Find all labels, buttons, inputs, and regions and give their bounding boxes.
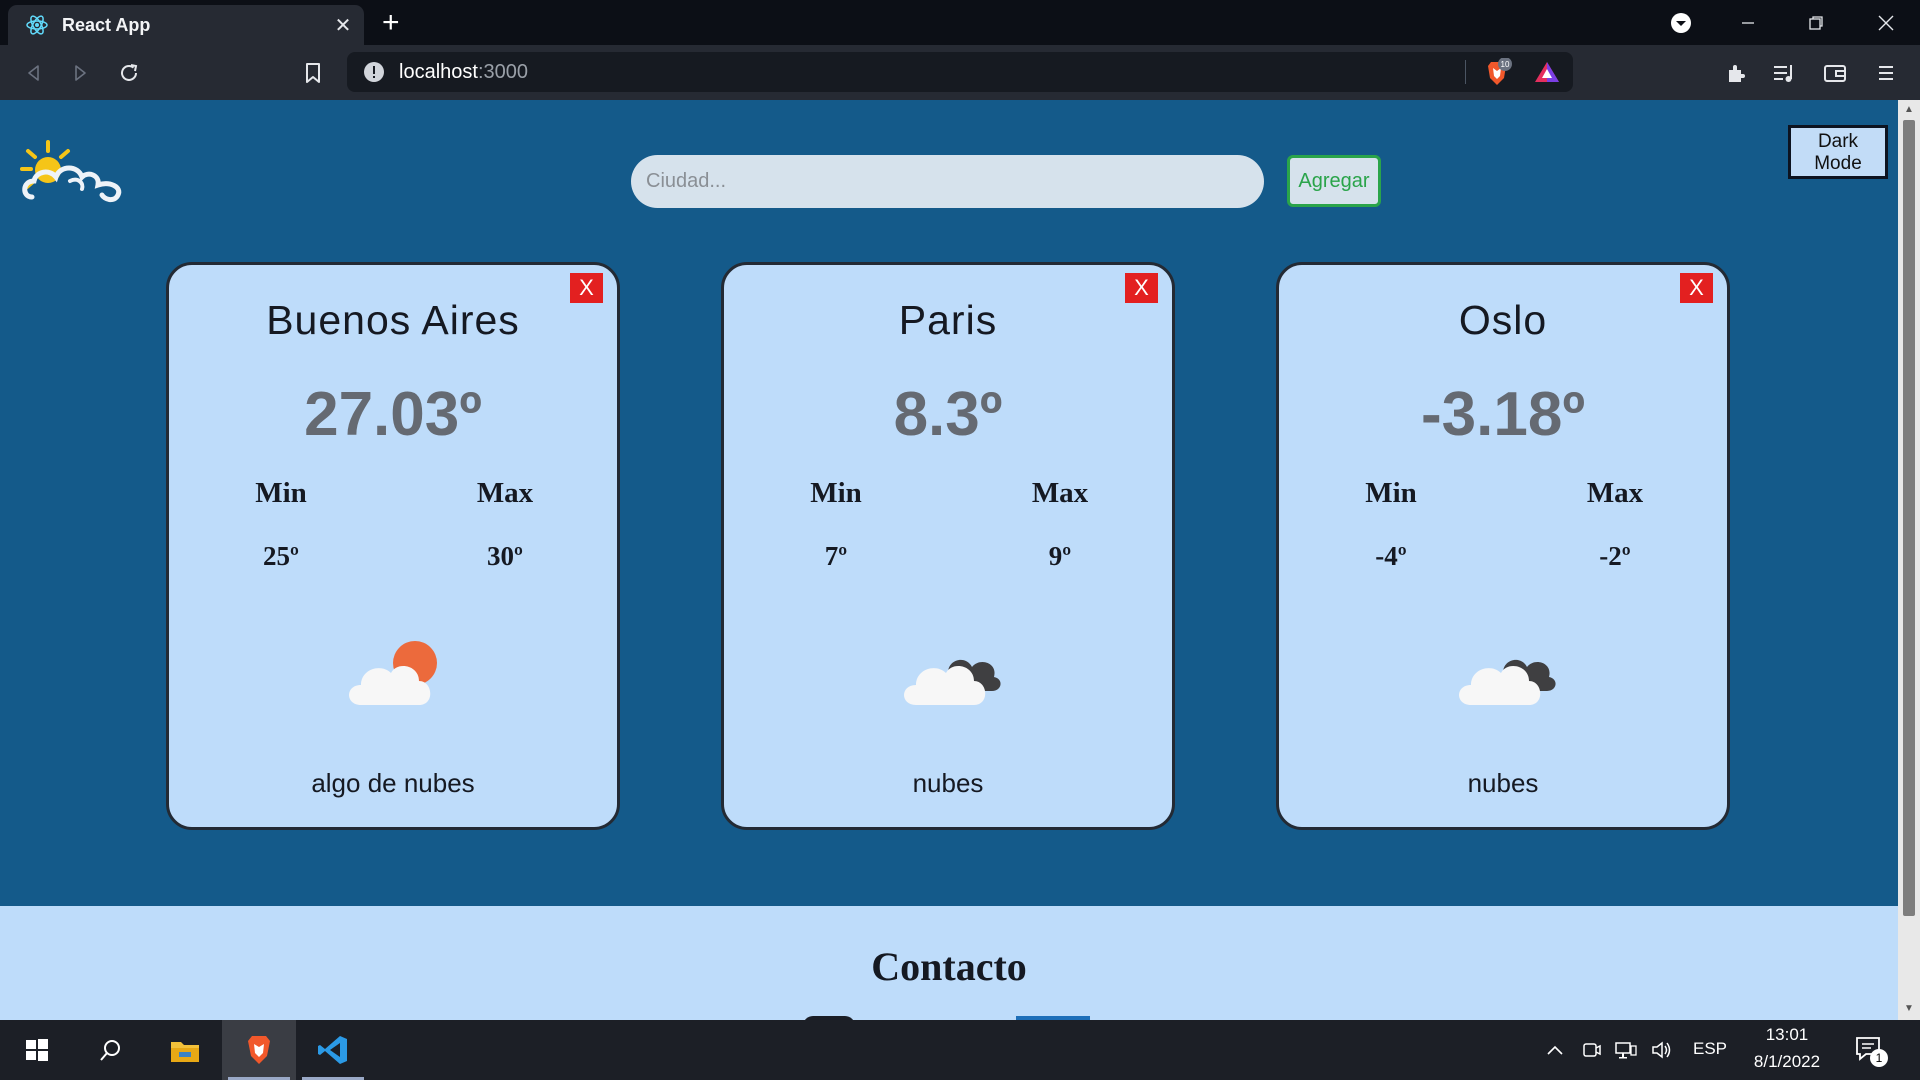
notification-count: 1 [1870, 1049, 1888, 1067]
minimize-icon[interactable] [1722, 0, 1774, 45]
card-description: nubes [912, 768, 984, 798]
forward-icon[interactable] [63, 56, 97, 90]
page-viewport: Agregar DarkMode X Buenos Aires 27.03º M… [0, 100, 1920, 1020]
profile-menu-icon[interactable] [1655, 0, 1707, 45]
browser-tabbar: React App ✕ + [0, 0, 1920, 45]
min-label: Min [1365, 477, 1417, 509]
browser-tab[interactable]: React App ✕ [8, 5, 364, 45]
url-separator [1465, 60, 1466, 84]
network-icon[interactable] [1614, 1038, 1638, 1062]
city-search-input[interactable] [631, 155, 1264, 208]
cloud-dark-icon [1449, 635, 1559, 711]
scroll-down-icon[interactable]: ▼ [1903, 1003, 1915, 1015]
card-temperature: 8.3º [893, 380, 1003, 449]
weather-card: X Oslo -3.18º Min Max -4º -2º nubes [1276, 262, 1730, 830]
max-label: Max [1586, 477, 1644, 509]
weather-card: X Buenos Aires 27.03º Min Max 25º 30º al… [166, 262, 620, 830]
site-info-icon[interactable] [363, 61, 385, 83]
scroll-up-icon[interactable]: ▲ [1903, 104, 1915, 116]
weather-logo-icon [18, 137, 132, 207]
media-queue-icon[interactable] [1767, 56, 1801, 90]
windows-taskbar: ESP 13:01 8/1/2022 1 [0, 1020, 1920, 1080]
close-window-icon[interactable] [1860, 0, 1912, 45]
show-hidden-icons-icon[interactable] [1543, 1038, 1567, 1062]
max-value: 30º [487, 541, 523, 571]
card-temperature: 27.03º [304, 380, 482, 449]
back-icon[interactable] [17, 56, 51, 90]
card-city: Paris [898, 297, 998, 343]
browser-toolbar: localhost:3000 10 [0, 45, 1920, 100]
max-value: -2º [1599, 541, 1631, 571]
cloud-dark-icon [894, 635, 1004, 711]
max-value: 9º [1048, 541, 1072, 571]
weather-card: X Paris 8.3º Min Max 7º 9º nubes [721, 262, 1175, 830]
menu-icon[interactable] [1869, 56, 1903, 90]
min-label: Min [255, 477, 307, 509]
url-port: :3000 [477, 60, 528, 83]
min-value: -4º [1375, 541, 1407, 571]
card-temperature: -3.18º [1421, 380, 1585, 449]
brave-taskbar-icon[interactable] [222, 1020, 296, 1080]
bookmark-icon[interactable] [296, 56, 330, 90]
dark-mode-line1: Dark [1817, 131, 1859, 152]
brave-shield-icon[interactable]: 10 [1482, 57, 1512, 88]
dark-mode-button[interactable]: Dark Mode [1788, 125, 1888, 179]
min-label: Min [810, 477, 862, 509]
start-icon[interactable] [0, 1020, 74, 1080]
contact-title: Contacto [871, 944, 1027, 989]
meet-now-icon[interactable] [1580, 1038, 1604, 1062]
max-label: Max [476, 477, 534, 509]
vscode-icon[interactable] [296, 1020, 370, 1080]
card-city: Oslo [1458, 297, 1548, 343]
search-icon[interactable] [74, 1020, 148, 1080]
brave-rewards-icon[interactable] [1534, 60, 1560, 84]
clock-time[interactable]: 13:01 [1752, 1025, 1822, 1045]
language-indicator[interactable]: ESP [1693, 1039, 1727, 1059]
max-label: Max [1031, 477, 1089, 509]
scroll-thumb[interactable] [1903, 120, 1915, 916]
contact-section: Contacto [0, 906, 1898, 1020]
tab-close-icon[interactable]: ✕ [328, 13, 358, 38]
card-description: algo de nubes [311, 768, 475, 798]
min-value: 7º [824, 541, 848, 571]
react-favicon-icon [24, 12, 50, 38]
new-tab-button[interactable]: + [382, 8, 400, 38]
extensions-icon[interactable] [1719, 56, 1753, 90]
card-description: nubes [1467, 768, 1539, 798]
file-explorer-icon[interactable] [148, 1020, 222, 1080]
add-city-button[interactable]: Agregar [1287, 155, 1381, 207]
card-city: Buenos Aires [266, 297, 520, 343]
min-value: 25º [263, 541, 299, 571]
cloud-sun-icon [339, 635, 449, 711]
reload-icon[interactable] [112, 56, 146, 90]
address-bar[interactable]: localhost:3000 10 [347, 52, 1573, 92]
page-scrollbar[interactable]: ▲ ▼ [1898, 100, 1920, 1020]
notifications-icon[interactable]: 1 [1854, 1035, 1890, 1067]
shield-count: 10 [1501, 60, 1510, 69]
restore-icon[interactable] [1790, 0, 1842, 45]
clock-date[interactable]: 8/1/2022 [1742, 1052, 1832, 1072]
url-host: localhost [399, 60, 478, 83]
volume-icon[interactable] [1650, 1038, 1674, 1062]
tab-title: React App [62, 14, 151, 35]
dark-mode-line2: Mode [1814, 153, 1862, 174]
url-text: localhost:3000 [399, 61, 528, 84]
wallet-icon[interactable] [1818, 56, 1852, 90]
